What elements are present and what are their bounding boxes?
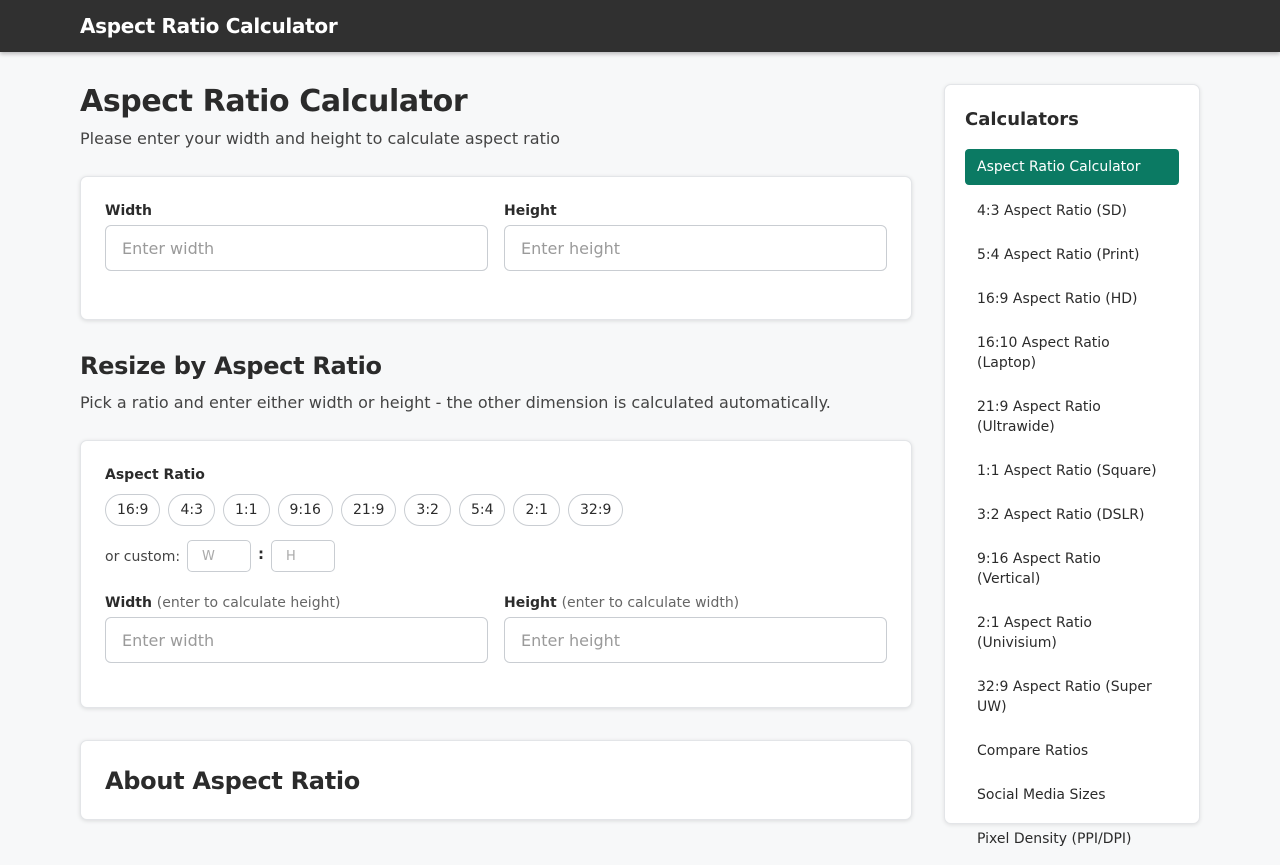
ratio-chip-32-9[interactable]: 32:9 (568, 494, 624, 526)
sidebar-list: Aspect Ratio Calculator 4:3 Aspect Ratio… (965, 149, 1179, 865)
about-title: About Aspect Ratio (105, 767, 360, 795)
sidebar-item-2-1[interactable]: 2:1 Aspect Ratio (Univisium) (965, 605, 1179, 661)
ratio-chip-3-2[interactable]: 3:2 (404, 494, 451, 526)
resize-width-label-text: Width (105, 595, 152, 611)
calculator-card: Width Height (80, 176, 912, 320)
ratio-chip-5-4[interactable]: 5:4 (458, 494, 506, 526)
resize-subtitle: Pick a ratio and enter either width or h… (80, 393, 831, 412)
resize-width-input[interactable] (105, 617, 488, 663)
page-title: Aspect Ratio Calculator (80, 84, 468, 119)
sidebar-item-4-3[interactable]: 4:3 Aspect Ratio (SD) (965, 193, 1179, 229)
sidebar-title: Calculators (965, 109, 1079, 130)
custom-ratio-label: or custom: (105, 549, 181, 565)
sidebar-item-21-9[interactable]: 21:9 Aspect Ratio (Ultrawide) (965, 389, 1179, 445)
ratio-chip-group: 16:9 4:3 1:1 9:16 21:9 3:2 5:4 2:1 32:9 (105, 494, 624, 526)
sidebar-item-3-2[interactable]: 3:2 Aspect Ratio (DSLR) (965, 497, 1179, 533)
about-card: About Aspect Ratio (80, 740, 912, 820)
ratio-chip-16-9[interactable]: 16:9 (105, 494, 161, 526)
resize-height-label: Height (enter to calculate width) (504, 594, 739, 612)
resize-width-hint: (enter to calculate height) (156, 595, 341, 611)
resize-title: Resize by Aspect Ratio (80, 352, 382, 380)
ratio-chip-2-1[interactable]: 2:1 (513, 494, 561, 526)
sidebar-item-compare-ratios[interactable]: Compare Ratios (965, 733, 1179, 769)
sidebar-item-5-4[interactable]: 5:4 Aspect Ratio (Print) (965, 237, 1179, 273)
brand-link[interactable]: Aspect Ratio Calculator (80, 13, 338, 39)
width-label: Width (105, 203, 152, 219)
ratio-chip-21-9[interactable]: 21:9 (340, 494, 397, 526)
main-content: Aspect Ratio Calculator Please enter you… (80, 52, 912, 820)
sidebar-item-9-16[interactable]: 9:16 Aspect Ratio (Vertical) (965, 541, 1179, 597)
resize-height-input[interactable] (504, 617, 887, 663)
resize-height-hint: (enter to calculate width) (561, 595, 740, 611)
sidebar-item-32-9[interactable]: 32:9 Aspect Ratio (Super UW) (965, 669, 1179, 725)
custom-ratio-width-input[interactable] (187, 540, 251, 572)
ratio-chip-9-16[interactable]: 9:16 (277, 494, 333, 526)
calculators-sidebar: Calculators Aspect Ratio Calculator 4:3 … (944, 84, 1200, 847)
sidebar-item-1-1[interactable]: 1:1 Aspect Ratio (Square) (965, 453, 1179, 489)
height-label: Height (504, 203, 557, 219)
sidebar-item-16-9[interactable]: 16:9 Aspect Ratio (HD) (965, 281, 1179, 317)
sidebar-item-16-10[interactable]: 16:10 Aspect Ratio (Laptop) (965, 325, 1179, 381)
ratio-chip-1-1[interactable]: 1:1 (222, 494, 270, 526)
resize-width-label: Width (enter to calculate height) (105, 594, 340, 612)
aspect-ratio-label: Aspect Ratio (105, 467, 205, 483)
top-navbar: Aspect Ratio Calculator (0, 0, 1280, 52)
page-subtitle: Please enter your width and height to ca… (80, 129, 561, 148)
ratio-chip-4-3[interactable]: 4:3 (168, 494, 215, 526)
width-input[interactable] (105, 225, 488, 271)
height-input[interactable] (504, 225, 887, 271)
resize-card: Aspect Ratio 16:9 4:3 1:1 9:16 21:9 3:2 … (80, 440, 912, 708)
resize-height-label-text: Height (504, 595, 557, 611)
custom-ratio-separator: : (258, 545, 264, 563)
sidebar-item-aspect-ratio-calculator[interactable]: Aspect Ratio Calculator (965, 149, 1179, 185)
sidebar-item-social-media-sizes[interactable]: Social Media Sizes (965, 777, 1179, 813)
custom-ratio-height-input[interactable] (271, 540, 335, 572)
sidebar-item-pixel-density[interactable]: Pixel Density (PPI/DPI) (965, 821, 1179, 857)
